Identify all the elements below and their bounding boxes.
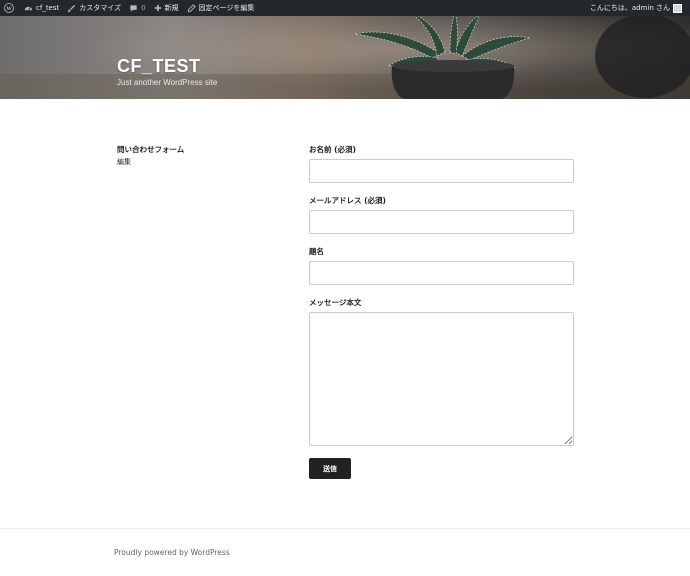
subject-input[interactable] — [309, 261, 574, 285]
site-tagline: Just another WordPress site — [117, 78, 218, 87]
email-input[interactable] — [309, 210, 574, 234]
comments-menu[interactable]: 0 — [125, 0, 149, 16]
footer-credit[interactable]: Proudly powered by WordPress — [114, 548, 230, 557]
svg-text:W: W — [6, 6, 12, 12]
subject-label: 題名 — [309, 247, 324, 256]
message-wrapper — [309, 312, 574, 446]
plus-icon — [154, 4, 161, 12]
name-label: お名前 (必須) — [309, 145, 356, 154]
site-title[interactable]: CF_TEST — [117, 56, 201, 77]
message-field-group: メッセージ本文 — [309, 297, 574, 446]
avatar — [673, 3, 682, 13]
site-header: CF_TEST Just another WordPress site — [0, 16, 690, 99]
wordpress-logo-icon[interactable]: W — [4, 0, 20, 16]
comment-bubble-icon — [130, 4, 137, 12]
admin-bar: W cf_test カスタマイズ 0 新規 固定ページを編集 こんにちは、adm… — [0, 0, 690, 16]
header-image — [0, 16, 690, 99]
new-label: 新規 — [164, 4, 179, 12]
customize-label: カスタマイズ — [79, 4, 122, 12]
name-input[interactable] — [309, 159, 574, 183]
edit-page-label: 固定ページを編集 — [198, 4, 255, 12]
customize-menu[interactable]: カスタマイズ — [63, 0, 125, 16]
admin-bar-right: こんにちは、admin さん — [586, 0, 686, 16]
dashboard-icon — [24, 6, 33, 11]
site-name-menu[interactable]: cf_test — [20, 0, 63, 16]
admin-bar-left: W cf_test カスタマイズ 0 新規 固定ページを編集 — [4, 0, 258, 16]
edit-page-menu[interactable]: 固定ページを編集 — [183, 0, 259, 16]
subject-field-group: 題名 — [309, 246, 574, 285]
comments-count: 0 — [141, 4, 146, 12]
footer-divider — [0, 528, 690, 529]
site-name-label: cf_test — [36, 4, 60, 12]
pencil-icon — [187, 3, 196, 12]
message-label: メッセージ本文 — [309, 298, 362, 307]
name-field-group: お名前 (必須) — [309, 144, 574, 183]
submit-button[interactable]: 送信 — [309, 458, 351, 479]
edit-link[interactable]: 編集 — [117, 157, 131, 167]
my-account-menu[interactable]: こんにちは、admin さん — [586, 0, 686, 16]
email-field-group: メールアドレス (必須) — [309, 195, 574, 234]
greeting-label: こんにちは、admin さん — [589, 4, 670, 12]
brush-icon — [68, 4, 76, 12]
contact-form: お名前 (必須) メールアドレス (必須) 題名 メッセージ本文 送信 — [309, 144, 574, 479]
message-textarea[interactable] — [309, 312, 574, 446]
new-content-menu[interactable]: 新規 — [150, 0, 183, 16]
page-title: 問い合わせフォーム — [117, 145, 185, 154]
email-label: メールアドレス (必須) — [309, 196, 386, 205]
